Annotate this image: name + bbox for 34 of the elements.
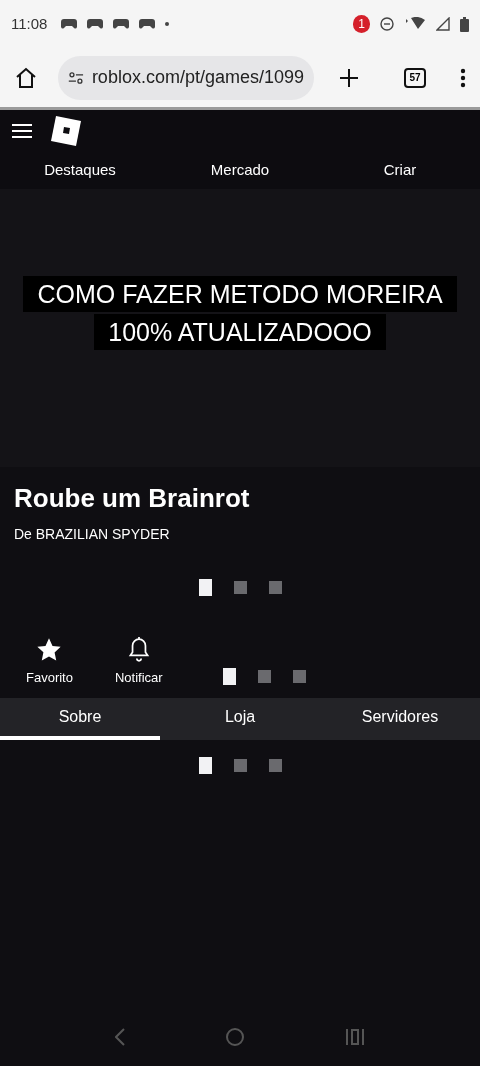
address-bar[interactable]: roblox.com/pt/games/1099	[58, 55, 314, 100]
nav-link[interactable]: Mercado	[160, 159, 320, 182]
url-text: roblox.com/pt/games/1099	[91, 66, 304, 89]
game-controller-icon	[113, 18, 130, 30]
site-settings-icon[interactable]	[68, 69, 84, 86]
game-author: De BRAZILIAN SPYDER	[14, 525, 171, 544]
game-controller-icon	[61, 18, 78, 30]
game-controller-icon	[87, 18, 104, 30]
status-time: 11:08	[11, 13, 48, 34]
video-caption: 100% ATUALIZADOOO	[94, 314, 386, 350]
home-circle-icon[interactable]	[225, 1027, 245, 1047]
tab[interactable]: Sobre	[0, 697, 160, 740]
nav-link[interactable]: Destaques	[0, 159, 160, 182]
video-caption: COMO FAZER METODO MOREIRA	[23, 276, 457, 312]
back-icon[interactable]	[115, 1028, 125, 1046]
menu-icon[interactable]	[12, 123, 32, 139]
tab[interactable]: Loja	[160, 697, 320, 740]
favorite-button[interactable]: Favorito	[26, 636, 73, 688]
home-icon[interactable]	[14, 65, 38, 90]
new-tab-icon[interactable]	[338, 66, 360, 89]
notification-count-badge: 1	[353, 15, 370, 33]
recent-apps-icon[interactable]	[345, 1028, 365, 1046]
notify-button[interactable]: Notificar	[114, 636, 163, 688]
signal-icon	[436, 17, 450, 31]
more-menu-icon[interactable]	[460, 67, 466, 88]
tab-count-button[interactable]: 57	[404, 67, 426, 88]
do-not-disturb-icon	[380, 17, 394, 31]
nav-link[interactable]: Criar	[320, 159, 480, 182]
game-controller-icon	[139, 18, 156, 30]
tab[interactable]: Servidores	[320, 697, 480, 740]
logo-icon[interactable]	[48, 114, 82, 148]
wifi-icon	[404, 17, 426, 31]
battery-icon	[460, 16, 469, 32]
game-title: Roube um Brainrot	[14, 482, 251, 515]
